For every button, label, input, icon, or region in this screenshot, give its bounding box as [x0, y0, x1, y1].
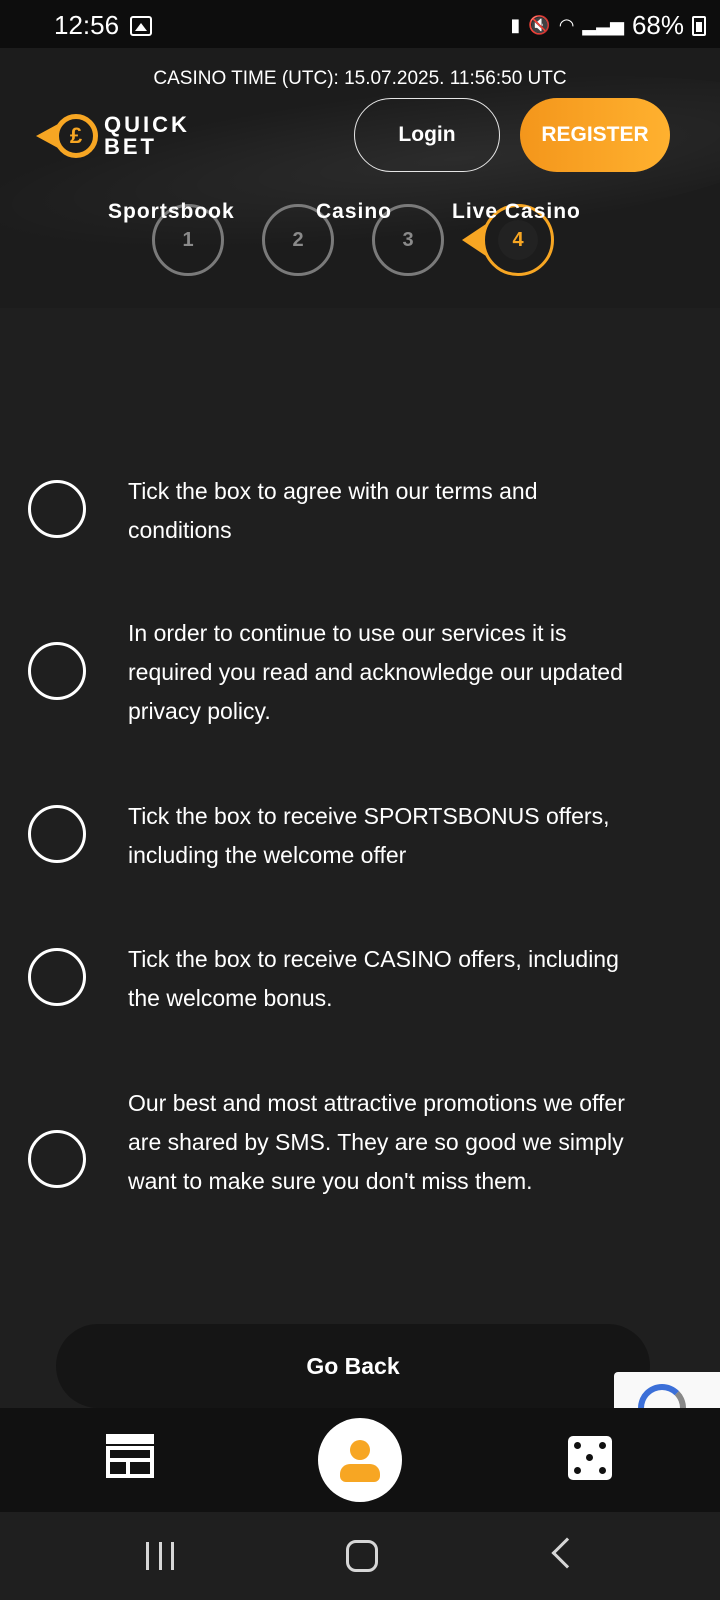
recent-apps-icon[interactable] — [146, 1542, 174, 1570]
logo-symbol: £ — [69, 123, 83, 148]
back-icon[interactable] — [551, 1537, 583, 1569]
consent-checkbox-sportsbonus[interactable] — [28, 805, 86, 863]
step-number: 1 — [182, 228, 194, 251]
consent-checkbox-sms[interactable] — [28, 1130, 86, 1188]
consent-text-casino: Tick the box to receive CASINO offers, i… — [128, 946, 619, 1011]
step-number: 3 — [402, 228, 414, 251]
logo-coin-icon: £ — [54, 114, 98, 158]
logo-line1: QUICK — [104, 112, 190, 137]
step-number: 4 — [512, 228, 524, 251]
consent-text-sms: Our best and most attractive promotions … — [128, 1090, 625, 1194]
bottom-nav — [0, 1408, 720, 1512]
site-header: CASINO TIME (UTC): 15.07.2025. 11:56:50 … — [0, 48, 720, 308]
mute-icon: 🔇 — [528, 15, 551, 35]
consent-text-terms: Tick the box to agree with our terms and… — [128, 478, 538, 543]
consent-checkbox-casino[interactable] — [28, 948, 86, 1006]
register-button[interactable]: REGISTER — [520, 98, 670, 172]
consent-checkbox-privacy[interactable] — [28, 642, 86, 700]
signal-icon: ▂▃▅ — [582, 15, 624, 35]
step-label-live-casino: Live Casino — [452, 200, 581, 223]
battery-saver-icon: ▮ — [510, 15, 521, 35]
recaptcha-badge-icon[interactable] — [614, 1372, 720, 1408]
profile-icon[interactable] — [318, 1418, 402, 1502]
battery-percent: 68% — [631, 10, 684, 40]
step-active-inner: 4 — [498, 220, 538, 260]
casino-time: CASINO TIME (UTC): 15.07.2025. 11:56:50 … — [153, 68, 567, 89]
sportsbook-table-icon[interactable] — [106, 1434, 154, 1478]
step-label-casino: Casino — [316, 200, 393, 223]
step-number: 2 — [292, 228, 304, 251]
consent-text-sportsbonus: Tick the box to receive SPORTSBONUS offe… — [128, 803, 610, 868]
gallery-notification-icon — [130, 16, 152, 36]
go-back-button[interactable]: Go Back — [56, 1324, 650, 1408]
status-time: 12:56 — [54, 10, 120, 40]
system-nav-bar — [0, 1512, 720, 1600]
status-icons: ▮ 🔇 ◠ ▂▃▅ 68% — [510, 10, 706, 41]
login-button[interactable]: Login — [354, 98, 500, 172]
wifi-icon: ◠ — [558, 15, 575, 35]
consent-text-privacy: In order to continue to use our services… — [128, 620, 623, 724]
quickbet-logo[interactable]: £ QUICK BET — [36, 110, 196, 160]
status-bar: 12:56 ▮ 🔇 ◠ ▂▃▅ 68% — [0, 0, 720, 48]
logo-text: QUICK BET — [104, 114, 190, 158]
dice-icon[interactable] — [568, 1436, 612, 1480]
battery-icon — [692, 15, 706, 36]
step-label-sportsbook: Sportsbook — [108, 200, 235, 223]
consent-checkbox-terms[interactable] — [28, 480, 86, 538]
logo-line2: BET — [104, 134, 157, 159]
home-icon[interactable] — [346, 1540, 378, 1572]
